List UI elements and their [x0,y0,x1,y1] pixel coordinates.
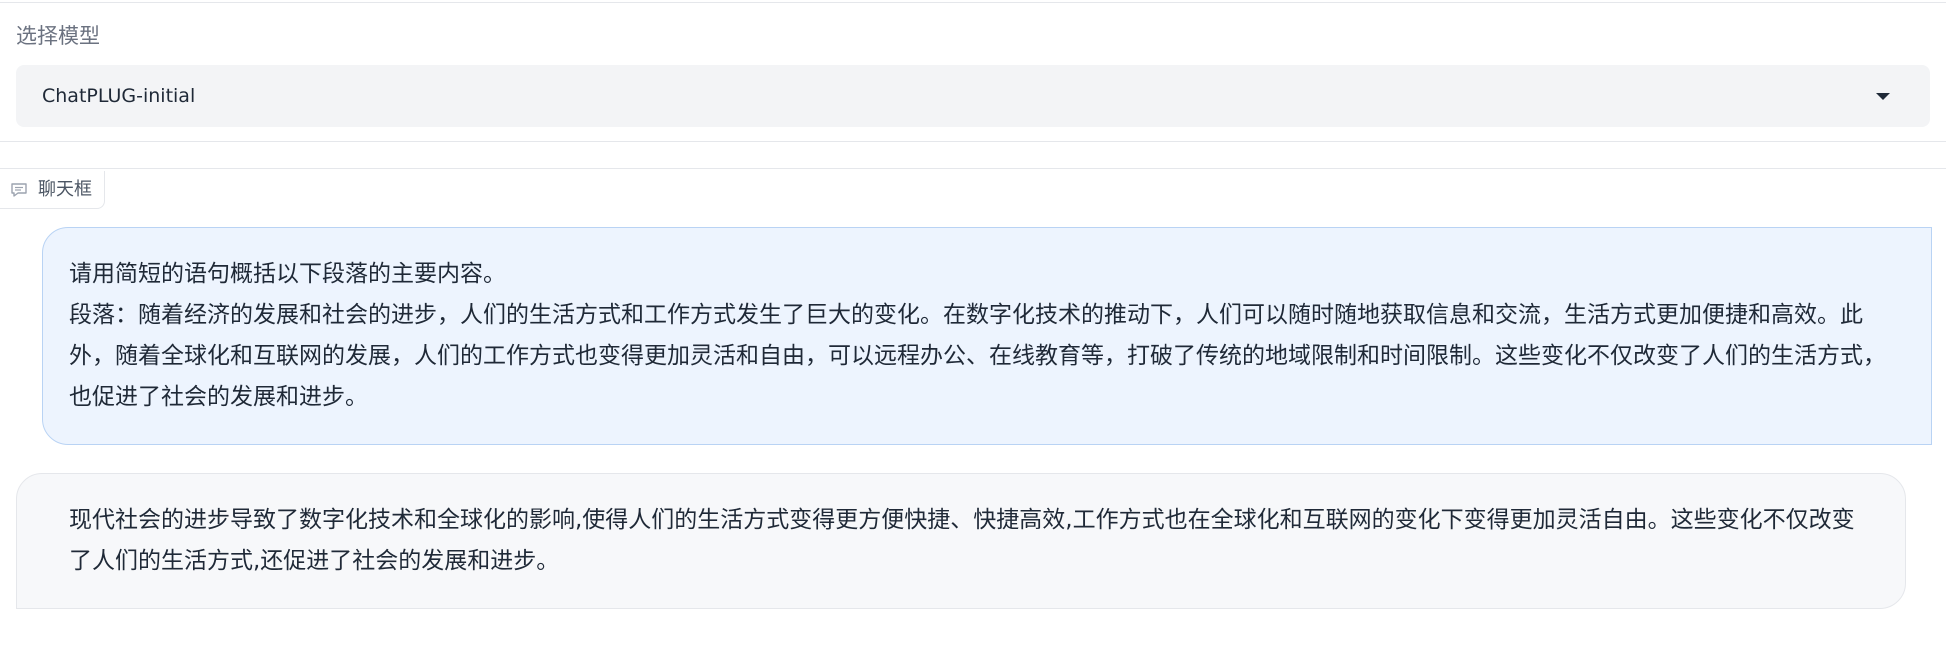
caret-down-icon[interactable] [1876,93,1890,100]
model-selector-label: 选择模型 [16,24,100,48]
chat-icon [11,182,27,197]
chatbot-label: 聊天框 [0,171,105,209]
bot-message: 现代社会的进步导致了数字化技术和全球化的影响,使得人们的生活方式变得更方便快捷、… [16,473,1906,609]
model-dropdown-value: ChatPLUG-initial [42,85,196,107]
chatbot-panel: 聊天框 请用简短的语句概括以下段落的主要内容。 段落：随着经济的发展和社会的进步… [0,168,1946,648]
user-message: 请用简短的语句概括以下段落的主要内容。 段落：随着经济的发展和社会的进步，人们的… [42,227,1932,445]
model-dropdown[interactable]: ChatPLUG-initial [16,65,1930,127]
model-selector-panel: 选择模型 ChatPLUG-initial [0,2,1946,142]
chatbot-label-text: 聊天框 [38,178,92,200]
